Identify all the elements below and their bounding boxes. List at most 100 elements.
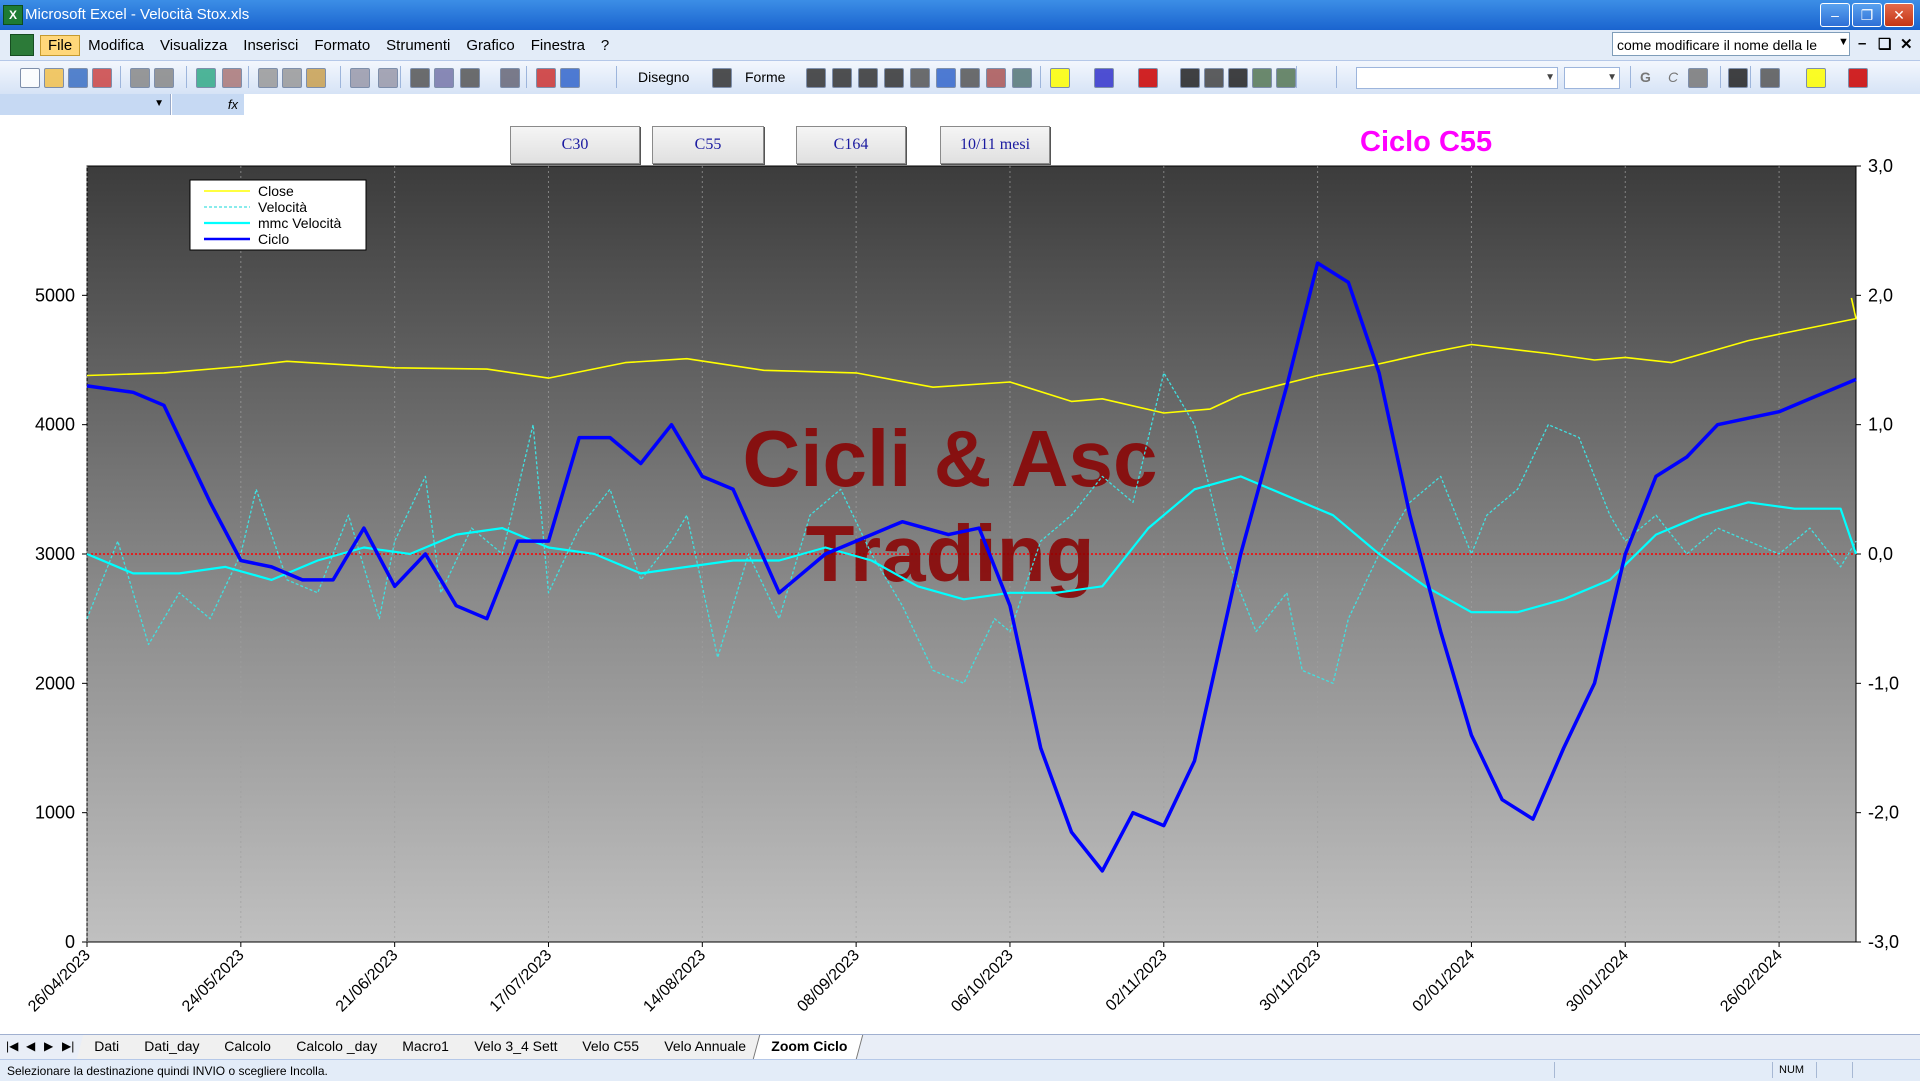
shapes-menu[interactable]: Forme: [745, 69, 785, 85]
borders-icon[interactable]: [1760, 68, 1780, 88]
sheet-tab[interactable]: Calcolo: [206, 1035, 288, 1059]
line-icon[interactable]: [806, 68, 826, 88]
menu-item-help[interactable]: ?: [593, 35, 617, 56]
bold-button[interactable]: G: [1640, 69, 1651, 85]
sheet-tab[interactable]: Velo C55: [564, 1035, 655, 1059]
chart[interactable]: 0 1000 2000 3000 4000 5000 3,0 2,0 1,0 0,0 -1,0 -2,…: [0, 116, 1920, 1034]
help-icon[interactable]: [560, 68, 580, 88]
cut-icon[interactable]: [258, 68, 278, 88]
fill-icon[interactable]: [1806, 68, 1826, 88]
name-box[interactable]: ▼: [0, 94, 171, 115]
new-icon[interactable]: [20, 68, 40, 88]
doc-minimize-icon[interactable]: –: [1858, 35, 1866, 52]
paste-icon[interactable]: [306, 68, 326, 88]
y-right-tick-label: 1,0: [1868, 415, 1893, 435]
maximize-button[interactable]: ❐: [1852, 3, 1882, 27]
legend-label: Velocità: [258, 199, 307, 215]
research-icon[interactable]: [222, 68, 242, 88]
toolbar-separator: [1630, 66, 1631, 88]
font-color-icon[interactable]: [1848, 68, 1868, 88]
select-icon[interactable]: [712, 68, 732, 88]
menu-item-visualizza[interactable]: Visualizza: [152, 35, 235, 56]
oval-icon[interactable]: [884, 68, 904, 88]
y-left-tick-label: 2000: [35, 673, 75, 693]
sheet-tab[interactable]: Macro1: [384, 1035, 465, 1059]
menu-item-file[interactable]: File: [40, 35, 81, 56]
fx-icon[interactable]: fx: [172, 94, 244, 115]
euro-icon[interactable]: [1728, 68, 1748, 88]
menu-item-strumenti[interactable]: Strumenti: [378, 35, 458, 56]
sheet-tab[interactable]: Zoom Ciclo: [753, 1035, 864, 1059]
sheet-tabs-bar: |◀ ◀ ▶ ▶| Dati Dati_day Calcolo Calcolo _da…: [0, 1034, 1920, 1059]
chart-heading: Ciclo C55: [1360, 126, 1493, 158]
chart-icon[interactable]: [536, 68, 556, 88]
textbox-icon[interactable]: [910, 68, 930, 88]
copy-icon[interactable]: [282, 68, 302, 88]
sheet-tab[interactable]: Velo Annuale: [646, 1035, 762, 1059]
close-button[interactable]: ✕: [1884, 3, 1914, 27]
prev-sheet-icon[interactable]: ◀: [26, 1039, 35, 1053]
legend-label: mmc Velocità: [258, 215, 341, 231]
open-icon[interactable]: [44, 68, 64, 88]
help-question-box[interactable]: come modificare il nome della le: [1612, 32, 1850, 56]
help-dropdown-icon[interactable]: ▼: [1838, 36, 1849, 48]
preview-icon[interactable]: [154, 68, 174, 88]
undo-icon[interactable]: [350, 68, 370, 88]
next-sheet-icon[interactable]: ▶: [44, 1039, 53, 1053]
picture-icon[interactable]: [1012, 68, 1032, 88]
spelling-icon[interactable]: [196, 68, 216, 88]
autosum-icon[interactable]: [460, 68, 480, 88]
last-sheet-icon[interactable]: ▶|: [62, 1039, 74, 1053]
italic-button[interactable]: C: [1668, 69, 1678, 85]
align-icon[interactable]: [1688, 68, 1708, 88]
arrow-icon[interactable]: [832, 68, 852, 88]
hyperlink-icon[interactable]: [434, 68, 454, 88]
permission-icon[interactable]: [92, 68, 112, 88]
3d-icon[interactable]: [1276, 68, 1296, 88]
print-icon[interactable]: [130, 68, 150, 88]
diagram-icon[interactable]: [960, 68, 980, 88]
sheet-tab-label: Calcolo: [224, 1038, 272, 1054]
c164-button[interactable]: C164: [796, 126, 906, 164]
sort-icon[interactable]: [500, 68, 520, 88]
c55-button[interactable]: C55: [652, 126, 764, 164]
line-color-icon[interactable]: [1094, 68, 1114, 88]
font-color-icon[interactable]: [1138, 68, 1158, 88]
doc-close-icon[interactable]: ✕: [1900, 35, 1913, 53]
menu-item-finestra[interactable]: Finestra: [523, 35, 593, 56]
first-sheet-icon[interactable]: |◀: [6, 1039, 18, 1053]
font-size-combo[interactable]: ▼: [1564, 67, 1620, 89]
fill-color-icon[interactable]: [1050, 68, 1070, 88]
sheet-tab[interactable]: Velo 3_4 Sett: [456, 1035, 574, 1059]
menu-item-modifica[interactable]: Modifica: [80, 35, 152, 56]
sheet-tab[interactable]: Dati_day: [126, 1035, 216, 1059]
sheet-tab[interactable]: Calcolo _day: [278, 1035, 394, 1059]
dash-style-icon[interactable]: [1204, 68, 1224, 88]
x-tick-label: 26/04/2023: [25, 947, 94, 1016]
redo-icon[interactable]: [378, 68, 398, 88]
sheet-tab-label: Dati_day: [144, 1038, 200, 1054]
line-style-icon[interactable]: [1180, 68, 1200, 88]
font-name-combo[interactable]: ▼: [1356, 67, 1558, 89]
clipart-icon[interactable]: [986, 68, 1006, 88]
workbook-icon[interactable]: [10, 34, 34, 56]
doc-restore-icon[interactable]: ❏: [1878, 35, 1891, 53]
menu-item-formato[interactable]: Formato: [306, 35, 378, 56]
sheet-tab-label: Calcolo _day: [296, 1038, 378, 1054]
excel-app-icon[interactable]: X: [3, 5, 23, 25]
menu-item-inserisci[interactable]: Inserisci: [235, 35, 306, 56]
10-11-mesi-button[interactable]: 10/11 mesi: [940, 126, 1050, 164]
menu-item-grafico[interactable]: Grafico: [458, 35, 522, 56]
window-title: Microsoft Excel - Velocità Stox.xls: [25, 6, 250, 23]
c30-button[interactable]: C30: [510, 126, 640, 164]
drawing-menu[interactable]: Disegno: [638, 69, 689, 85]
save-icon[interactable]: [68, 68, 88, 88]
shadow-icon[interactable]: [1252, 68, 1272, 88]
minimize-button[interactable]: –: [1820, 3, 1850, 27]
rectangle-icon[interactable]: [858, 68, 878, 88]
arrow-style-icon[interactable]: [1228, 68, 1248, 88]
wordart-icon[interactable]: [936, 68, 956, 88]
toolbar-separator: [248, 66, 249, 88]
chart-wizard-icon[interactable]: [410, 68, 430, 88]
sheet-tab[interactable]: Dati: [76, 1035, 136, 1059]
